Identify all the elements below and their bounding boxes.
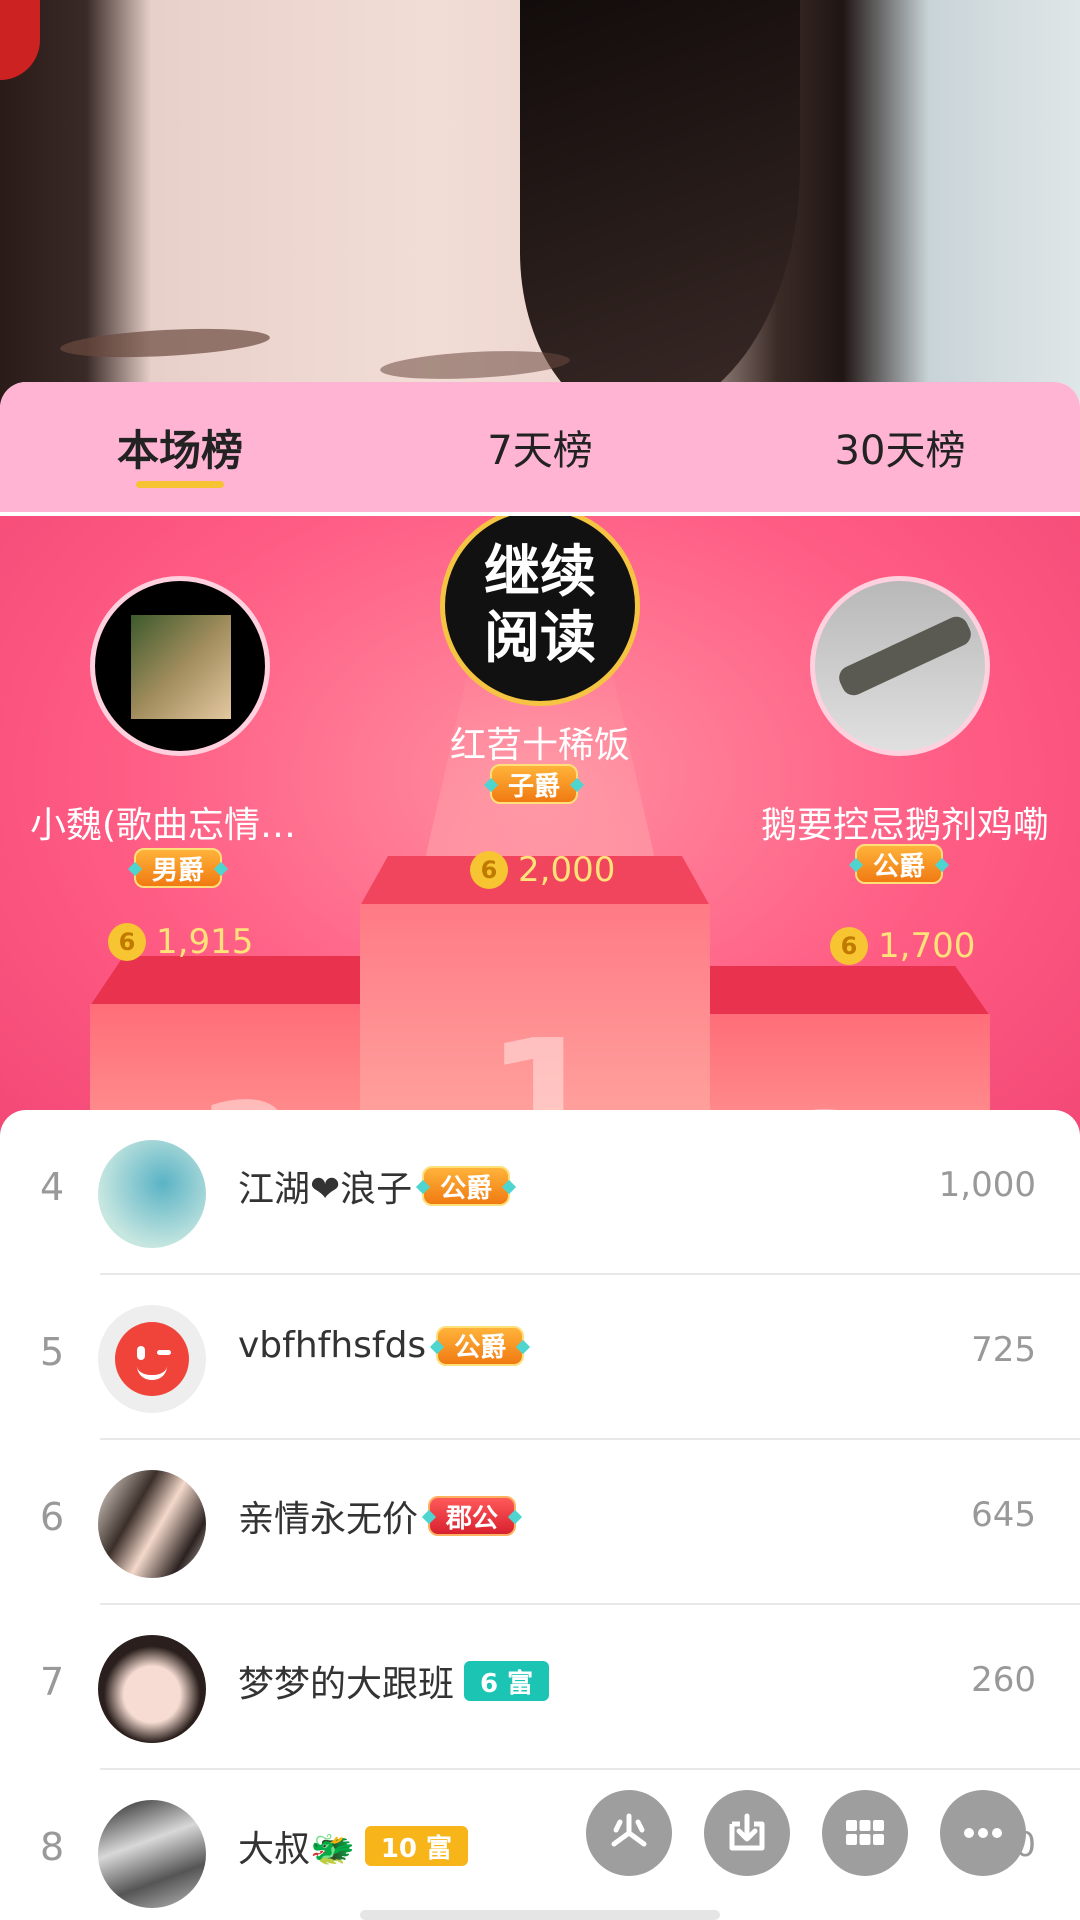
- list-item[interactable]: 5 vbfhfhsfds 公爵 725: [0, 1275, 1080, 1440]
- rank-badge: 公爵: [416, 1166, 517, 1206]
- list-item[interactable]: 6 亲情永无价 郡公 645: [0, 1440, 1080, 1605]
- score-value: 1,915: [156, 922, 254, 962]
- third-place-avatar[interactable]: [810, 576, 990, 756]
- user-score: 260: [971, 1660, 1036, 1700]
- podium-step-3-top: [700, 966, 990, 1016]
- badge-label: 男爵: [152, 855, 205, 886]
- score-value: 1,700: [878, 926, 976, 966]
- avatar-image: [835, 612, 975, 700]
- rank-number: 6: [40, 1495, 65, 1539]
- active-tab-indicator: [136, 481, 224, 488]
- third-place-badge-wrap: 公爵: [848, 844, 950, 884]
- leaderboard-sheet: 本场榜 7天榜 30天榜 2 3 1 继续 阅读 红苕十稀饭 子爵: [0, 382, 1080, 1920]
- user-score: 1,000: [938, 1165, 1036, 1205]
- third-place-name: 鹅要控忌鹅剂鸡嘞: [760, 805, 1049, 846]
- first-place-name: 红苕十稀饭: [449, 725, 630, 766]
- coin-icon: 6: [830, 927, 868, 965]
- wealth-badge: 10 富: [364, 1826, 469, 1866]
- coin-icon: 6: [470, 851, 508, 889]
- user-name-wrap: vbfhfhsfds 公爵: [238, 1325, 531, 1366]
- avatar[interactable]: [98, 1140, 206, 1248]
- avatar[interactable]: [98, 1635, 206, 1743]
- user-name-wrap: 大叔🐲 10 富: [238, 1820, 469, 1872]
- second-place-name: 小魏(歌曲忘情牛...: [30, 805, 330, 846]
- rank-badge: 子爵: [483, 764, 585, 804]
- tab-label: 本场榜: [116, 425, 243, 475]
- download-button[interactable]: [704, 1790, 790, 1876]
- badge-label: 公爵: [440, 1173, 493, 1204]
- badge-label: 公爵: [873, 851, 926, 882]
- badge-label: 10 富: [380, 1833, 453, 1864]
- avatar-image: [131, 615, 231, 719]
- wealth-badge: 6 富: [464, 1661, 550, 1701]
- list-item[interactable]: 8 大叔🐲 10 富 20: [0, 1770, 1080, 1920]
- second-place-avatar[interactable]: [90, 576, 270, 756]
- grid-button[interactable]: [822, 1790, 908, 1876]
- ranking-list: 4 江湖❤浪子 公爵 1,000 5 vbfhfhsfds 公爵 725 6 亲…: [0, 1110, 1080, 1920]
- rank-number: 5: [40, 1330, 65, 1374]
- eyebrow-right: [379, 347, 571, 383]
- tab-label: 7天榜: [487, 428, 593, 474]
- badge-label: 郡公: [446, 1503, 499, 1534]
- tab-30-days[interactable]: 30天榜: [720, 382, 1080, 512]
- avatar[interactable]: [98, 1305, 206, 1413]
- podium: 2 3 1 继续 阅读 红苕十稀饭 子爵 6 2,000 小魏(歌曲忘情牛...…: [0, 516, 1080, 1166]
- user-name: 亲情永无价: [238, 1499, 419, 1540]
- tab-7-days[interactable]: 7天榜: [360, 382, 720, 512]
- rank-badge: 公爵: [848, 844, 950, 884]
- rank-badge: 公爵: [430, 1325, 531, 1366]
- user-name: 江湖❤浪子: [238, 1169, 413, 1210]
- pinwheel-icon: [611, 1813, 647, 1847]
- background-photo: [0, 0, 1080, 420]
- leaderboard-tabs: 本场榜 7天榜 30天榜: [0, 382, 1080, 512]
- podium-step-2-top: [90, 956, 370, 1006]
- avatar[interactable]: [98, 1800, 206, 1908]
- avatar[interactable]: [98, 1470, 206, 1578]
- grid-icon: [846, 1820, 884, 1845]
- third-place-score: 6 1,700: [830, 926, 975, 966]
- download-icon: [729, 1813, 765, 1851]
- badge-label: 公爵: [454, 1333, 507, 1363]
- first-place-badge-wrap: 子爵: [483, 764, 585, 804]
- rank-number: 4: [40, 1165, 65, 1209]
- user-name-wrap: 亲情永无价 郡公: [238, 1490, 523, 1542]
- tab-current-show[interactable]: 本场榜: [0, 382, 360, 512]
- score-value: 2,000: [518, 850, 616, 890]
- user-score: 645: [971, 1495, 1036, 1535]
- wink-face-icon: [115, 1322, 189, 1396]
- list-item[interactable]: 7 梦梦的大跟班 6 富 260: [0, 1605, 1080, 1770]
- badge-label: 子爵: [508, 771, 561, 802]
- list-item[interactable]: 4 江湖❤浪子 公爵 1,000: [0, 1110, 1080, 1275]
- eyebrow-left: [59, 324, 271, 362]
- user-score: 725: [971, 1330, 1036, 1370]
- user-name-wrap: 江湖❤浪子 公爵: [238, 1160, 517, 1212]
- badge-label: 6 富: [480, 1668, 534, 1699]
- rank-number: 8: [40, 1825, 65, 1869]
- coin-icon: 6: [108, 923, 146, 961]
- second-place-badge-wrap: 男爵: [127, 848, 229, 888]
- hair-flower: [0, 0, 40, 80]
- rank-badge: 男爵: [127, 848, 229, 888]
- second-place-score: 6 1,915: [108, 922, 253, 962]
- bottom-handle: [360, 1910, 720, 1920]
- pinwheel-button[interactable]: [586, 1790, 672, 1876]
- avatar-text: 继续 阅读: [484, 540, 596, 671]
- rank-badge: 郡公: [421, 1496, 523, 1536]
- user-name: 梦梦的大跟班: [238, 1664, 455, 1705]
- first-place-score: 6 2,000: [470, 850, 615, 890]
- user-name: vbfhfhsfds: [238, 1325, 427, 1366]
- more-icon: [964, 1828, 1002, 1838]
- more-button[interactable]: [940, 1790, 1026, 1876]
- user-name-wrap: 梦梦的大跟班 6 富: [238, 1655, 550, 1707]
- user-name: 大叔🐲: [238, 1829, 355, 1870]
- rank-number: 7: [40, 1660, 65, 1704]
- tab-label: 30天榜: [834, 428, 966, 474]
